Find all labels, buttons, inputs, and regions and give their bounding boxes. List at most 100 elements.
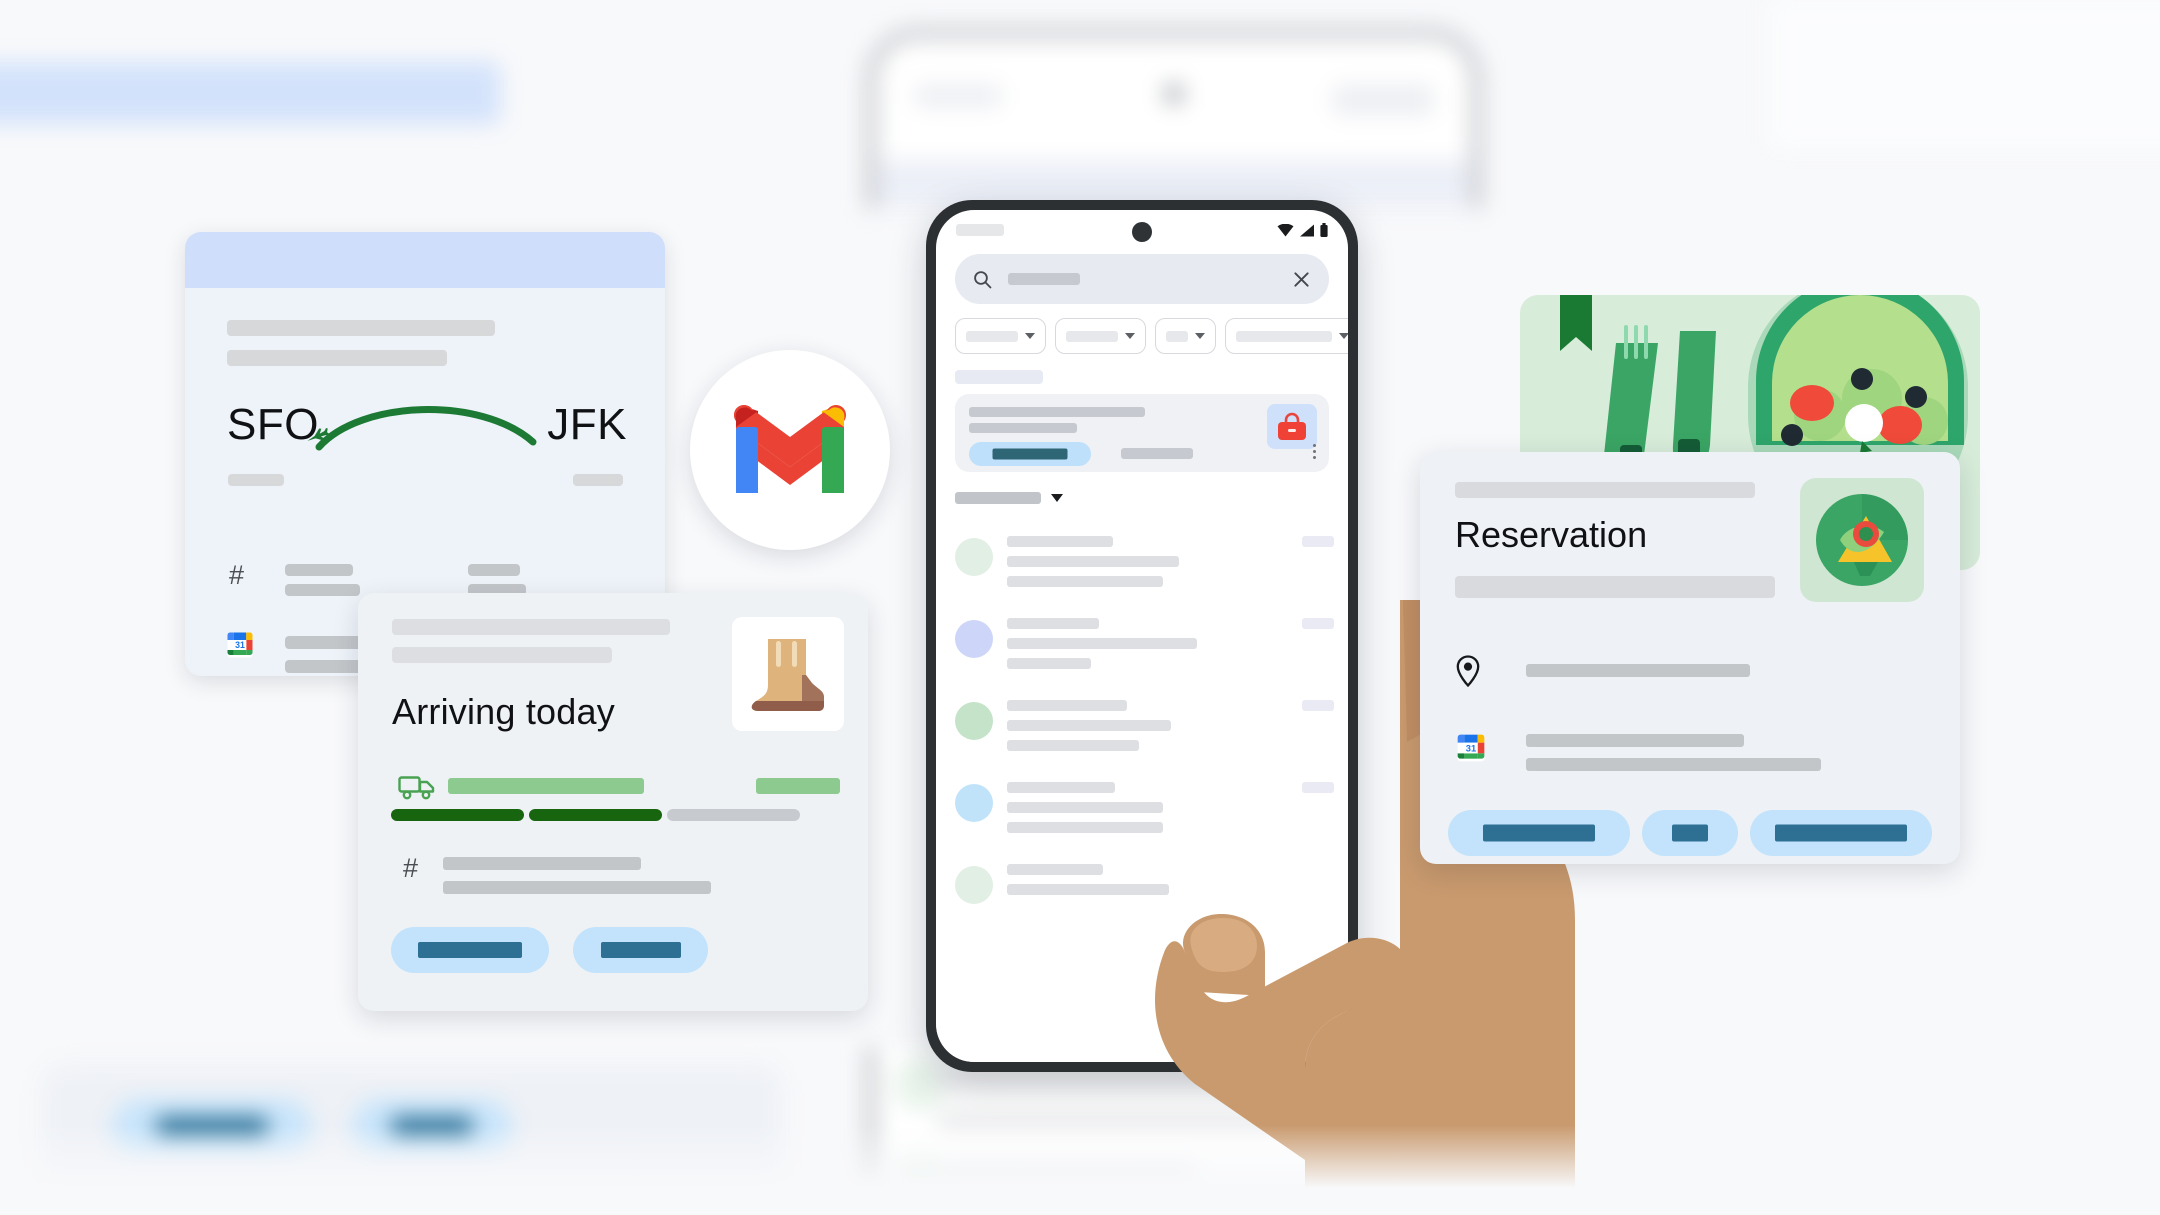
filter-chip-label: [1166, 330, 1188, 342]
svg-text:31: 31: [1466, 743, 1476, 753]
filter-chip-label: [1236, 330, 1332, 342]
filter-chip-3[interactable]: [1155, 318, 1216, 354]
cellular-signal-icon: [1300, 224, 1314, 236]
filter-chip-label: [1066, 330, 1118, 342]
handbag-icon: [1278, 412, 1306, 440]
flight-card-header: [185, 232, 665, 288]
list-header-label: [955, 492, 1041, 504]
reservation-card[interactable]: Reservation 31: [1420, 452, 1960, 864]
chevron-down-icon: [1051, 494, 1063, 502]
bottom-fade-overlay: [0, 1125, 2160, 1215]
progress-step-done: [529, 809, 662, 821]
screen-bottom-fade: [936, 998, 1348, 1062]
mail-subject-line: [1007, 720, 1171, 731]
kebab-menu-icon[interactable]: [1313, 444, 1316, 459]
parcel-placeholder-line: [392, 647, 612, 663]
mail-timestamp: [1302, 536, 1334, 547]
reservation-tertiary-button[interactable]: [1750, 810, 1932, 856]
promo-line-2: [969, 423, 1077, 433]
background-punch-hole: [1163, 83, 1185, 105]
mail-list-item[interactable]: [955, 778, 1334, 856]
phone-device: [926, 200, 1358, 1072]
svg-text:31: 31: [235, 640, 245, 650]
avatar: [955, 620, 993, 658]
chevron-down-icon: [1025, 333, 1035, 339]
filter-chip-label: [966, 330, 1018, 342]
background-fab: [1347, 1058, 1437, 1132]
chevron-down-icon: [1339, 333, 1348, 339]
filter-chip-row: [955, 318, 1348, 354]
background-right-wash: [1770, 0, 2160, 150]
mail-sender-line: [1007, 782, 1115, 793]
front-camera-punch-hole: [1132, 222, 1152, 242]
search-input[interactable]: [1008, 273, 1080, 285]
chevron-down-icon: [1195, 333, 1205, 339]
reservation-placeholder-line: [1455, 482, 1755, 498]
delivery-truck-icon: [398, 776, 435, 800]
hash-icon: #: [229, 560, 245, 590]
chevron-down-icon: [1125, 333, 1135, 339]
google-calendar-icon: 31: [1457, 734, 1485, 762]
mail-snippet-line: [1007, 822, 1163, 833]
tracking-number-line: [443, 881, 711, 894]
reservation-secondary-button[interactable]: [1642, 810, 1738, 856]
delivery-status-bar-right: [756, 778, 840, 794]
mail-sender-line: [1007, 700, 1127, 711]
parcel-secondary-button[interactable]: [573, 927, 708, 973]
avatar: [955, 784, 993, 822]
reservation-address-line: [1526, 664, 1750, 677]
promo-line-1: [969, 407, 1145, 417]
mail-subject-line: [1007, 638, 1197, 649]
reservation-date-line: [1526, 734, 1744, 747]
tracking-number-line: [443, 857, 641, 870]
status-bar: [936, 210, 1348, 250]
filter-chip-1[interactable]: [955, 318, 1046, 354]
background-top-bar: [0, 62, 500, 124]
mail-snippet-line: [1007, 658, 1091, 669]
background-line: [937, 1070, 1237, 1090]
mail-subject-line: [1007, 802, 1163, 813]
avatar: [955, 866, 993, 904]
flight-placeholder-line: [227, 350, 447, 366]
list-header[interactable]: [955, 492, 1063, 504]
flight-detail-line: [285, 584, 360, 596]
flight-arc-graphic: [307, 406, 537, 451]
hash-icon: #: [403, 853, 419, 883]
mail-list-item[interactable]: [955, 860, 1334, 938]
mail-snippet-line: [1007, 740, 1139, 751]
mail-list-item[interactable]: [955, 614, 1334, 692]
filter-chip-4[interactable]: [1225, 318, 1348, 354]
search-bar[interactable]: [955, 254, 1329, 304]
handbag-thumbnail: [1267, 404, 1317, 449]
mail-list-item[interactable]: [955, 532, 1334, 610]
delivery-status-bar: [448, 778, 644, 794]
mail-snippet-line: [1007, 576, 1163, 587]
parcel-placeholder-line: [392, 619, 670, 635]
background-pill-left: [915, 85, 1001, 107]
boot-icon: [751, 639, 824, 711]
mail-timestamp: [1302, 618, 1334, 629]
location-pin-icon: [1456, 655, 1480, 687]
promo-cta-button[interactable]: [969, 442, 1091, 466]
status-icons: [1277, 223, 1328, 237]
package-delivery-card[interactable]: Arriving today #: [358, 593, 868, 1011]
section-label: [955, 370, 1043, 384]
background-phone-frame-top: [866, 28, 1482, 208]
restaurant-dish-thumbnail: [1800, 478, 1924, 602]
reservation-primary-button[interactable]: [1448, 810, 1630, 856]
mail-list-item[interactable]: [955, 696, 1334, 774]
parcel-primary-button[interactable]: [391, 927, 549, 973]
boot-thumbnail: [732, 617, 844, 731]
promo-card[interactable]: [955, 394, 1329, 472]
mail-sender-line: [1007, 864, 1103, 875]
search-icon: [974, 270, 992, 288]
progress-step-done: [391, 809, 524, 821]
filter-chip-2[interactable]: [1055, 318, 1146, 354]
google-calendar-icon: 31: [227, 632, 253, 658]
reservation-title: Reservation: [1455, 514, 1648, 555]
close-icon[interactable]: [1292, 270, 1311, 289]
flight-detail-line: [468, 564, 520, 576]
background-pill-right: [1333, 85, 1433, 115]
mail-subject-line: [1007, 884, 1169, 895]
phone-screen: [936, 210, 1348, 1062]
